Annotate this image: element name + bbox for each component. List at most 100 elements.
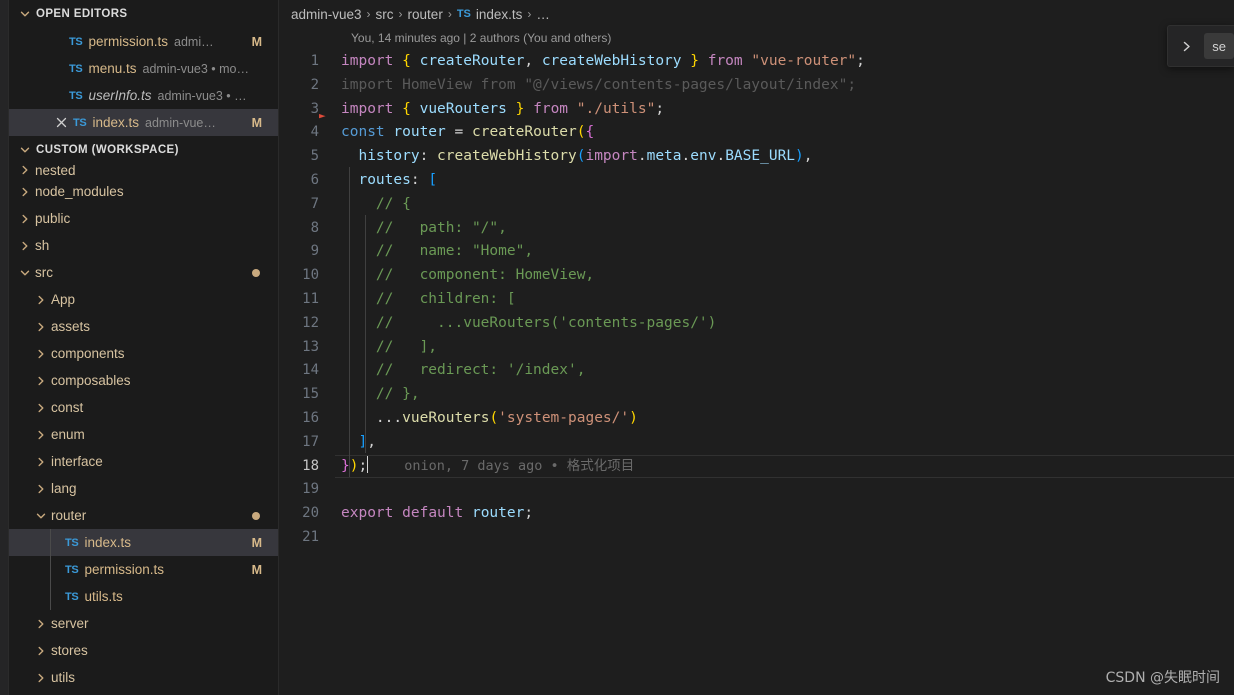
code-line[interactable]: 12 // ...vueRouters('contents-pages/') — [279, 312, 1234, 336]
chevron-right-icon[interactable] — [33, 319, 49, 335]
code-token: meta — [646, 148, 682, 165]
chevron-right-icon[interactable] — [33, 454, 49, 470]
tree-folder-row[interactable]: sh — [9, 232, 278, 259]
section-header-custom-workspace[interactable]: CUSTOM (WORKSPACE) — [9, 136, 278, 164]
code-lens-authors[interactable]: You, 14 minutes ago | 2 authors (You and… — [279, 28, 1234, 50]
code-token: } — [341, 457, 350, 474]
chevron-right-icon[interactable] — [33, 400, 49, 416]
tree-folder-row[interactable]: utils — [9, 664, 278, 691]
popup-action-button[interactable]: se — [1204, 33, 1234, 59]
line-number: 20 — [302, 505, 319, 522]
code-line[interactable]: 3 import { vueRouters } from "./utils"; — [279, 98, 1234, 122]
tree-folder-row[interactable]: const — [9, 394, 278, 421]
code-line[interactable]: 9 // name: "Home", — [279, 240, 1234, 264]
code-line[interactable]: 5 history: createWebHistory(import.meta.… — [279, 145, 1234, 169]
code-line[interactable]: 6 routes: [ — [279, 169, 1234, 193]
chevron-right-icon[interactable] — [33, 643, 49, 659]
chevron-right-icon[interactable] — [17, 238, 33, 254]
chevron-right-icon[interactable] — [17, 211, 33, 227]
chevron-right-icon[interactable] — [33, 292, 49, 308]
chevron-right-icon[interactable] — [1174, 40, 1198, 53]
code-editor[interactable]: You, 14 minutes ago | 2 authors (You and… — [279, 28, 1234, 695]
open-editor-filename: menu.ts — [88, 61, 137, 76]
code-line[interactable]: 10 // component: HomeView, — [279, 264, 1234, 288]
typescript-file-icon: TS — [69, 62, 83, 75]
tree-folder-row[interactable]: stores — [9, 637, 278, 664]
breadcrumb-item[interactable]: index.ts — [476, 7, 523, 22]
code-line[interactable]: 20 export default router; — [279, 502, 1234, 526]
section-header-open-editors[interactable]: OPEN EDITORS — [9, 0, 278, 28]
chevron-right-icon[interactable] — [17, 164, 33, 178]
tree-folder-row[interactable]: src — [9, 259, 278, 286]
debug-breakpoint-icon[interactable]: ► — [319, 110, 326, 121]
chevron-right-icon[interactable] — [33, 346, 49, 362]
code-text: ], — [327, 431, 375, 455]
tree-folder-row[interactable]: enum — [9, 421, 278, 448]
tree-folder-row[interactable]: components — [9, 340, 278, 367]
code-token: ; — [358, 457, 368, 474]
open-editor-item[interactable]: TS userInfo.ts admin-vue3 • … — [9, 82, 278, 109]
code-text: // { — [327, 193, 411, 217]
code-line[interactable]: 14 // redirect: '/index', — [279, 359, 1234, 383]
chevron-down-icon[interactable] — [17, 265, 33, 281]
tree-folder-row[interactable]: assets — [9, 313, 278, 340]
code-line[interactable]: 11 // children: [ — [279, 288, 1234, 312]
line-number: 16 — [302, 409, 319, 426]
code-token: ... — [375, 409, 403, 426]
code-token: ] — [358, 433, 368, 450]
tree-folder-label: src — [35, 265, 53, 280]
chevron-right-icon[interactable] — [33, 427, 49, 443]
breadcrumb-item[interactable]: admin-vue3 — [291, 7, 362, 22]
code-line[interactable]: 8 // path: "/", — [279, 217, 1234, 241]
chevron-right-icon[interactable] — [17, 184, 33, 200]
code-line[interactable]: 1 import { createRouter, createWebHistory… — [279, 50, 1234, 74]
breadcrumb-item[interactable]: src — [376, 7, 394, 22]
breadcrumb-item[interactable]: router — [408, 7, 443, 22]
chevron-right-icon[interactable] — [33, 373, 49, 389]
close-icon[interactable] — [53, 115, 69, 131]
tree-folder-row[interactable]: lang — [9, 475, 278, 502]
code-token: import HomeView from "@/views/contents-p… — [341, 76, 857, 93]
tree-folder-row[interactable]: App — [9, 286, 278, 313]
code-line[interactable]: 18}); onion, 7 days ago • 格式化项目 — [279, 454, 1234, 479]
breadcrumb-item[interactable]: … — [536, 7, 550, 22]
modified-dot-icon — [252, 511, 260, 520]
open-editor-item[interactable]: TS menu.ts admin-vue3 • mo… — [9, 55, 278, 82]
code-line[interactable]: 2 import HomeView from "@/views/contents-… — [279, 74, 1234, 98]
line-number: 18 — [302, 457, 319, 474]
code-line[interactable]: 17 ], — [279, 431, 1234, 455]
code-text: // component: HomeView, — [327, 264, 594, 288]
tree-folder-row[interactable]: public — [9, 205, 278, 232]
tree-folder-row[interactable]: server — [9, 610, 278, 637]
code-line[interactable]: 7 // { — [279, 193, 1234, 217]
code-line[interactable]: 16 ...vueRouters('system-pages/') — [279, 407, 1234, 431]
code-line[interactable]: 4 ► const router = createRouter({ — [279, 110, 1234, 145]
code-line[interactable]: 19 — [279, 478, 1234, 502]
tree-folder-row[interactable]: nested — [9, 164, 278, 178]
open-editor-filename: permission.ts — [88, 34, 168, 49]
tree-folder-label: components — [51, 346, 125, 361]
tree-folder-row[interactable]: composables — [9, 367, 278, 394]
code-line[interactable]: 13 // ], — [279, 336, 1234, 360]
code-token: BASE_URL — [725, 148, 796, 165]
tree-folder-row[interactable]: router — [9, 502, 278, 529]
code-token: // redirect: '/index', — [341, 362, 586, 379]
code-lines: 1 import { createRouter, createWebHistory… — [279, 50, 1234, 550]
tree-folder-row[interactable]: node_modules — [9, 178, 278, 205]
open-editor-item[interactable]: TS index.ts admin-vue… M — [9, 109, 278, 136]
find-widget-popup[interactable]: se — [1167, 25, 1234, 67]
code-token: router — [471, 505, 525, 522]
chevron-down-icon[interactable] — [33, 508, 49, 524]
tree-folder-row[interactable]: interface — [9, 448, 278, 475]
chevron-right-icon[interactable] — [33, 481, 49, 497]
tree-folder-label: stores — [51, 643, 88, 658]
code-line[interactable]: 15 // }, — [279, 383, 1234, 407]
code-line[interactable]: 21 — [279, 526, 1234, 550]
tree-folder-label: lang — [51, 481, 77, 496]
chevron-right-icon[interactable] — [33, 670, 49, 686]
chevron-right-icon[interactable] — [33, 616, 49, 632]
open-editor-item[interactable]: TS permission.ts admi… M — [9, 28, 278, 55]
code-token: "./utils" — [576, 100, 656, 117]
